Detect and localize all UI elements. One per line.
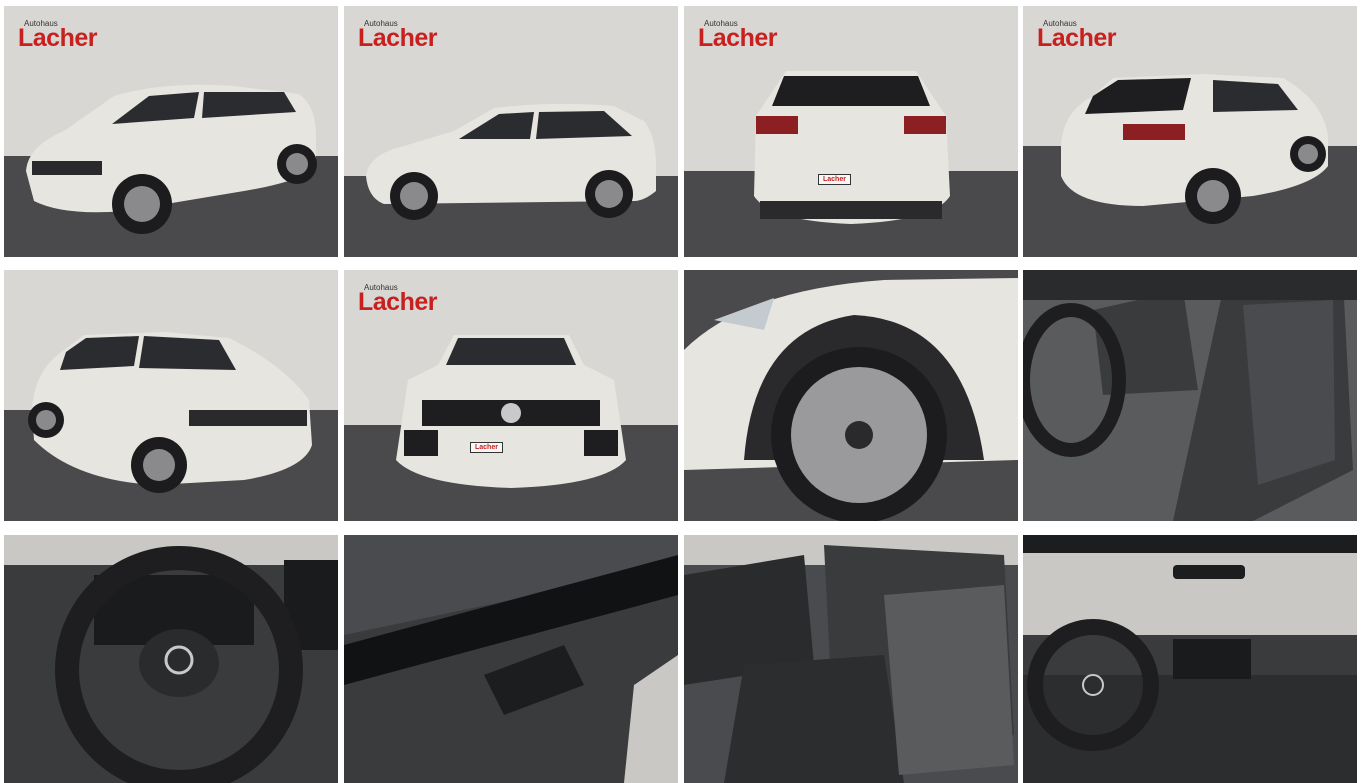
dealer-logo: Autohaus Lacher xyxy=(358,284,437,315)
photo-gallery: Autohaus Lacher Autohaus Lacher Autohaus… xyxy=(0,0,1365,783)
car-front-left-2-image xyxy=(4,270,338,521)
photo-thumb-door-panel[interactable] xyxy=(344,535,678,783)
photo-thumb-rear-seats[interactable] xyxy=(684,535,1018,783)
rear-seats-image xyxy=(684,535,1018,783)
photo-thumb-front-left-2[interactable] xyxy=(4,270,338,521)
dealer-logo-name: Lacher xyxy=(18,24,97,52)
steering-wheel-image xyxy=(4,535,338,783)
photo-thumb-rear-right[interactable]: Autohaus Lacher xyxy=(1023,6,1357,257)
photo-thumb-front-left[interactable]: Autohaus Lacher xyxy=(4,6,338,257)
front-seats-image xyxy=(1023,270,1357,521)
photo-thumb-rear[interactable]: Autohaus Lacher Lacher xyxy=(684,6,1018,257)
dealer-logo: Autohaus Lacher xyxy=(18,20,97,51)
photo-thumb-front[interactable]: Autohaus Lacher Lacher xyxy=(344,270,678,521)
photo-thumb-front-seats[interactable] xyxy=(1023,270,1357,521)
wheel-closeup-image xyxy=(684,270,1018,521)
photo-thumb-wheel[interactable] xyxy=(684,270,1018,521)
dealer-logo: Autohaus Lacher xyxy=(698,20,777,51)
dashboard-image xyxy=(1023,535,1357,783)
door-panel-image xyxy=(344,535,678,783)
photo-thumb-dashboard[interactable] xyxy=(1023,535,1357,783)
license-plate: Lacher xyxy=(470,442,503,453)
dealer-logo: Autohaus Lacher xyxy=(1037,20,1116,51)
license-plate: Lacher xyxy=(818,174,851,185)
dealer-logo-name: Lacher xyxy=(698,24,777,52)
dealer-logo-name: Lacher xyxy=(358,24,437,52)
dealer-logo-name: Lacher xyxy=(1037,24,1116,52)
dealer-logo: Autohaus Lacher xyxy=(358,20,437,51)
photo-thumb-side[interactable]: Autohaus Lacher xyxy=(344,6,678,257)
photo-thumb-steering-wheel[interactable] xyxy=(4,535,338,783)
dealer-logo-name: Lacher xyxy=(358,288,437,316)
